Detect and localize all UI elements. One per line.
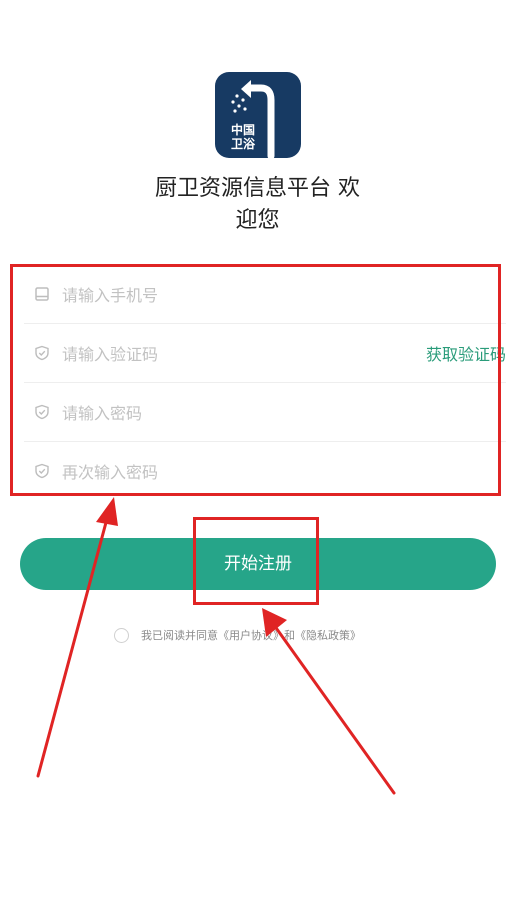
logo-text-line2: 卫浴 [231, 137, 256, 151]
page-title-line2: 迎您 [235, 208, 280, 233]
phone-row [24, 265, 506, 324]
shield-icon [35, 404, 49, 420]
register-button[interactable]: 开始注册 [20, 538, 496, 590]
confirm-password-input[interactable] [62, 458, 402, 486]
phone-icon [35, 287, 49, 301]
app-logo: 中国 卫浴 [215, 72, 301, 158]
get-code-button[interactable]: 获取验证码 [426, 341, 506, 365]
logo-text-line1: 中国 [231, 123, 256, 137]
page-title-line1: 厨卫资源信息平台 欢 [155, 176, 360, 201]
phone-input[interactable] [62, 281, 402, 309]
shield-icon [35, 345, 49, 361]
password-row [24, 383, 506, 442]
agreement-text[interactable]: 我已阅读并同意《用户协议》和《隐私政策》 [141, 626, 361, 646]
confirm-password-row [24, 442, 506, 501]
shield-icon [35, 463, 49, 479]
agreement-checkbox[interactable] [114, 628, 129, 643]
register-form: 获取验证码 [12, 265, 506, 496]
password-input[interactable] [62, 399, 402, 427]
code-input[interactable] [62, 340, 362, 368]
page-title: 厨卫资源信息平台 欢 迎您 [130, 173, 385, 237]
code-row: 获取验证码 [24, 324, 506, 383]
